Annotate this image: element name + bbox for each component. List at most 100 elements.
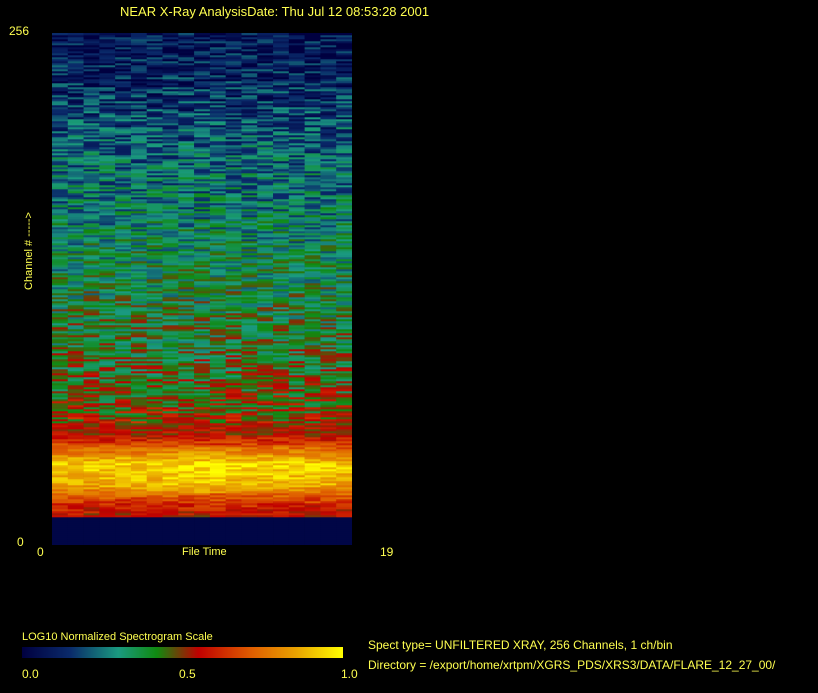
heatmap-cell (241, 71, 258, 74)
heatmap-cell (146, 259, 163, 262)
heatmap-cell (336, 469, 352, 472)
heatmap-cell (178, 173, 195, 176)
heatmap-cell (115, 317, 132, 320)
heatmap-cell (99, 401, 116, 404)
heatmap-cell (273, 535, 290, 538)
heatmap-cell (162, 209, 179, 212)
heatmap-cell (99, 513, 116, 516)
heatmap-cell (83, 317, 100, 320)
heatmap-cell (320, 219, 337, 222)
heatmap-cell (209, 437, 226, 440)
heatmap-cell (225, 217, 242, 220)
heatmap-cell (115, 217, 132, 220)
heatmap-cell (304, 431, 321, 434)
heatmap-cell (320, 119, 337, 122)
heatmap-cell (225, 295, 242, 298)
heatmap-cell (52, 139, 69, 142)
heatmap-cell (162, 527, 179, 530)
heatmap-cell (146, 379, 163, 382)
heatmap-cell (225, 181, 242, 184)
heatmap-cell (288, 451, 305, 454)
heatmap-cell (146, 415, 163, 418)
heatmap-cell (52, 103, 69, 106)
heatmap-cell (99, 179, 116, 182)
heatmap-cell (257, 189, 274, 192)
heatmap-cell (336, 275, 352, 278)
heatmap-cell (99, 351, 116, 354)
heatmap-cell (83, 281, 100, 284)
heatmap-cell (225, 463, 242, 466)
heatmap-cell (241, 197, 258, 200)
heatmap-cell (178, 117, 195, 120)
heatmap-cell (194, 391, 211, 394)
heatmap-cell (52, 137, 69, 140)
heatmap-cell (99, 329, 116, 332)
heatmap-cell (67, 273, 84, 276)
heatmap-cell (146, 153, 163, 156)
heatmap-cell (209, 533, 226, 536)
heatmap-cell (336, 181, 352, 184)
heatmap-cell (257, 423, 274, 426)
heatmap-cell (99, 191, 116, 194)
heatmap-cell (257, 247, 274, 250)
heatmap-cell (146, 427, 163, 430)
heatmap-cell (288, 99, 305, 102)
heatmap-cell (178, 93, 195, 96)
heatmap-cell (52, 61, 69, 64)
heatmap-cell (83, 325, 100, 328)
heatmap-cell (225, 475, 242, 478)
heatmap-cell (241, 421, 258, 424)
heatmap-cell (130, 319, 148, 322)
heatmap-cell (130, 235, 148, 238)
heatmap-cell (288, 167, 305, 170)
heatmap-cell (209, 263, 226, 266)
heatmap-cell (52, 299, 69, 302)
heatmap-cell (178, 429, 195, 432)
heatmap-cell (67, 485, 84, 488)
heatmap-cell (115, 65, 132, 68)
heatmap-cell (288, 515, 305, 518)
heatmap-cell (273, 405, 290, 408)
heatmap-cell (225, 49, 242, 52)
heatmap-cell (320, 75, 337, 78)
heatmap-cell (257, 393, 274, 396)
heatmap-cell (130, 165, 148, 168)
heatmap-cell (67, 289, 84, 292)
heatmap-cell (146, 167, 163, 170)
heatmap-cell (336, 103, 352, 106)
heatmap-cell (178, 131, 195, 134)
heatmap-cell (130, 361, 148, 364)
heatmap-cell (52, 433, 69, 436)
heatmap-cell (304, 213, 321, 216)
heatmap-cell (320, 197, 337, 200)
heatmap-cell (130, 35, 148, 38)
heatmap-cell (257, 283, 274, 286)
heatmap-cell (99, 97, 116, 100)
heatmap-cell (288, 41, 305, 44)
heatmap-cell (178, 39, 195, 42)
heatmap-cell (83, 385, 100, 388)
heatmap-cell (146, 401, 163, 404)
heatmap-cell (130, 69, 148, 72)
heatmap-cell (67, 131, 84, 134)
heatmap-cell (52, 429, 69, 432)
heatmap-cell (178, 275, 195, 278)
heatmap-cell (288, 321, 305, 324)
heatmap-cell (99, 407, 116, 410)
heatmap-cell (52, 253, 69, 256)
heatmap-cell (257, 35, 274, 38)
heatmap-cell (146, 307, 163, 310)
heatmap-cell (320, 127, 337, 130)
heatmap-cell (115, 495, 132, 498)
heatmap-cell (257, 361, 274, 364)
heatmap-cell (115, 305, 132, 308)
heatmap-cell (146, 145, 163, 148)
heatmap-cell (257, 355, 274, 358)
heatmap-cell (257, 155, 274, 158)
heatmap-cell (320, 429, 337, 432)
heatmap-cell (209, 333, 226, 336)
heatmap-cell (209, 523, 226, 526)
heatmap-cell (146, 303, 163, 306)
heatmap-cell (241, 333, 258, 336)
heatmap-cell (178, 265, 195, 268)
